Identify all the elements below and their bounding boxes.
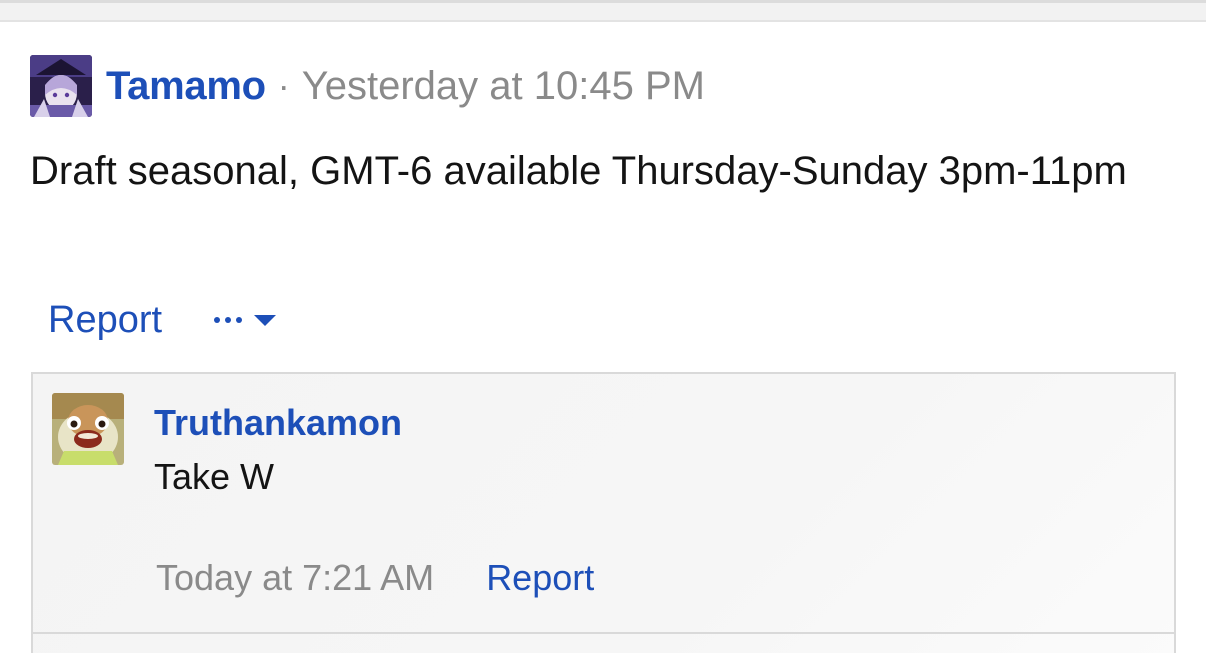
post-timestamp[interactable]: Yesterday at 10:45 PM bbox=[302, 64, 705, 109]
top-divider-bar bbox=[0, 0, 1206, 22]
anime-avatar-icon bbox=[30, 55, 92, 117]
post-body-text: Draft seasonal, GMT-6 available Thursday… bbox=[30, 149, 1127, 193]
comment-text: Take W bbox=[154, 456, 275, 497]
more-options-button[interactable] bbox=[214, 314, 277, 326]
comment-report-link[interactable]: Report bbox=[486, 557, 594, 599]
comment-divider bbox=[33, 632, 1174, 634]
header-separator: · bbox=[277, 65, 290, 106]
comment-timestamp[interactable]: Today at 7:21 AM bbox=[156, 557, 434, 599]
post-actions: Report bbox=[48, 294, 277, 346]
user-avatar[interactable] bbox=[30, 55, 92, 117]
report-link[interactable]: Report bbox=[48, 299, 162, 342]
comment-user-avatar[interactable] bbox=[52, 393, 124, 465]
forum-post-page: Tamamo · Yesterday at 10:45 PM Draft sea… bbox=[0, 0, 1206, 653]
comment-box: Truthankamon Take W Today at 7:21 AM Rep… bbox=[31, 372, 1176, 653]
ellipsis-icon bbox=[214, 317, 243, 323]
crying-character-avatar-icon bbox=[52, 393, 124, 465]
post-header: Tamamo · Yesterday at 10:45 PM bbox=[30, 54, 705, 118]
post-username[interactable]: Tamamo bbox=[106, 64, 266, 109]
comment-username[interactable]: Truthankamon bbox=[154, 402, 402, 444]
comment-footer: Today at 7:21 AM Report bbox=[156, 557, 594, 599]
chevron-down-icon bbox=[254, 314, 277, 326]
